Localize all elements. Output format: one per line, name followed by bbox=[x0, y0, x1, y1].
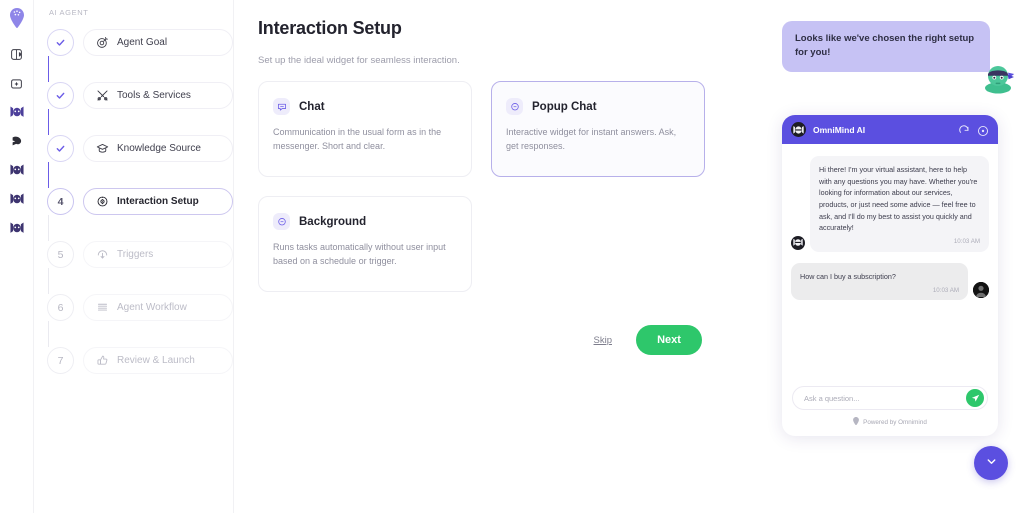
skip-link[interactable]: Skip bbox=[594, 335, 612, 346]
bot-avatar bbox=[791, 235, 805, 250]
pin-icon bbox=[853, 417, 860, 427]
step-pill-3[interactable]: Knowledge Source bbox=[83, 135, 233, 162]
chat-bubble-round-icon bbox=[506, 98, 523, 115]
strength-icon[interactable] bbox=[5, 129, 29, 153]
next-button[interactable]: Next bbox=[636, 325, 702, 355]
card-description: Runs tasks automatically without user in… bbox=[273, 242, 446, 266]
widget-header: OmniMind AI bbox=[782, 115, 998, 144]
step-tools-services[interactable]: Tools & Services bbox=[47, 82, 233, 109]
option-card-chat[interactable]: Chat Communication in the usual form as … bbox=[258, 81, 472, 177]
refresh-icon[interactable] bbox=[958, 124, 970, 136]
agent-icon-3[interactable] bbox=[5, 187, 29, 211]
step-label-2: Tools & Services bbox=[117, 90, 191, 101]
step-review-launch[interactable]: 7 Review & Launch bbox=[47, 347, 233, 374]
chat-bubble-icon bbox=[273, 98, 290, 115]
widget-input-bar[interactable] bbox=[792, 386, 988, 410]
card-header: Background bbox=[273, 213, 457, 230]
message-bot: Hi there! I'm your virtual assistant, he… bbox=[791, 156, 989, 252]
widget-title: OmniMind AI bbox=[813, 124, 866, 135]
add-folder-icon[interactable] bbox=[5, 71, 29, 95]
step-label-7: Review & Launch bbox=[117, 355, 195, 366]
step-triggers[interactable]: 5 Triggers bbox=[47, 241, 233, 268]
message-timestamp: 10:03 AM bbox=[932, 286, 959, 294]
step-pill-5[interactable]: Triggers bbox=[83, 241, 233, 268]
tools-icon bbox=[96, 89, 109, 102]
mascot-icon bbox=[980, 62, 1016, 94]
step-interaction-setup[interactable]: 4 Interaction Setup bbox=[47, 188, 233, 215]
message-bubble-user: How can I buy a subscription? 10:03 AM bbox=[791, 262, 968, 301]
gear-icon bbox=[96, 195, 109, 208]
card-title: Background bbox=[299, 215, 367, 228]
card-description: Communication in the usual form as in th… bbox=[273, 127, 442, 151]
step-bullet-5: 5 bbox=[47, 241, 74, 268]
card-description: Interactive widget for instant answers. … bbox=[506, 127, 677, 151]
card-header: Popup Chat bbox=[506, 98, 690, 115]
step-bullet-7: 7 bbox=[47, 347, 74, 374]
chat-bubble-round-icon bbox=[273, 213, 290, 230]
chat-widget-preview: OmniMind AI Hi there! I'm your virtual a… bbox=[782, 115, 998, 436]
step-label-1: Agent Goal bbox=[117, 37, 168, 48]
widget-footer: Powered by Omnimind bbox=[782, 386, 998, 436]
target-icon bbox=[96, 36, 109, 49]
agent-icon-4[interactable] bbox=[5, 216, 29, 240]
step-agent-goal[interactable]: Agent Goal bbox=[47, 29, 233, 56]
step-label-3: Knowledge Source bbox=[117, 143, 201, 154]
widget-type-options: Chat Communication in the usual form as … bbox=[258, 81, 708, 292]
step-pill-7[interactable]: Review & Launch bbox=[83, 347, 233, 374]
message-bubble-bot: Hi there! I'm your virtual assistant, he… bbox=[810, 156, 989, 252]
agent-icon-1[interactable] bbox=[5, 100, 29, 124]
stepper-section-label: AI AGENT bbox=[49, 8, 89, 17]
step-pill-1[interactable]: Agent Goal bbox=[83, 29, 233, 56]
preview-panel: Looks like we've chosen the right setup … bbox=[768, 0, 1024, 513]
step-list: Agent Goal Tools & Services Knowledge So… bbox=[34, 29, 233, 374]
app-root: AI AGENT Agent Goal Tools & Services Kno… bbox=[0, 0, 1024, 513]
send-button[interactable] bbox=[966, 389, 984, 407]
step-bullet-6: 6 bbox=[47, 294, 74, 321]
app-logo-icon[interactable] bbox=[5, 6, 29, 30]
icon-rail bbox=[0, 0, 34, 513]
step-label-4: Interaction Setup bbox=[117, 196, 199, 207]
chevron-down-icon bbox=[985, 455, 998, 471]
graduation-cap-icon bbox=[96, 142, 109, 155]
message-text: How can I buy a subscription? bbox=[800, 271, 896, 281]
widget-message-list: Hi there! I'm your virtual assistant, he… bbox=[782, 144, 998, 390]
step-agent-workflow[interactable]: 6 Agent Workflow bbox=[47, 294, 233, 321]
option-card-background[interactable]: Background Runs tasks automatically with… bbox=[258, 196, 472, 292]
step-pill-6[interactable]: Agent Workflow bbox=[83, 294, 233, 321]
chat-toggle-fab[interactable] bbox=[974, 446, 1008, 480]
assistant-tooltip-row: Looks like we've chosen the right setup … bbox=[782, 21, 1015, 94]
step-bullet-3 bbox=[47, 135, 74, 162]
card-title: Popup Chat bbox=[532, 100, 597, 113]
palette-icon[interactable] bbox=[5, 42, 29, 66]
powered-by: Powered by Omnimind bbox=[792, 417, 988, 427]
assistant-tooltip: Looks like we've chosen the right setup … bbox=[782, 21, 990, 72]
step-pill-2[interactable]: Tools & Services bbox=[83, 82, 233, 109]
step-bullet-2 bbox=[47, 82, 74, 109]
user-avatar bbox=[973, 282, 989, 299]
step-pill-4[interactable]: Interaction Setup bbox=[83, 188, 233, 215]
widget-avatar bbox=[791, 122, 806, 137]
step-knowledge-source[interactable]: Knowledge Source bbox=[47, 135, 233, 162]
step-label-6: Agent Workflow bbox=[117, 302, 187, 313]
question-input[interactable] bbox=[804, 393, 966, 403]
message-timestamp: 10:03 AM bbox=[953, 237, 980, 245]
powered-by-text: Powered by Omnimind bbox=[863, 418, 927, 426]
message-user: How can I buy a subscription? 10:03 AM bbox=[791, 262, 989, 301]
step-bullet-1 bbox=[47, 29, 74, 56]
stepper-sidebar: AI AGENT Agent Goal Tools & Services Kno… bbox=[34, 0, 234, 513]
message-text: Hi there! I'm your virtual assistant, he… bbox=[819, 165, 978, 233]
agent-icon-2[interactable] bbox=[5, 158, 29, 182]
trigger-icon bbox=[96, 248, 109, 261]
wizard-actions: Skip Next bbox=[594, 325, 702, 355]
card-title: Chat bbox=[299, 100, 325, 113]
close-icon[interactable] bbox=[977, 124, 989, 136]
step-label-5: Triggers bbox=[117, 249, 154, 260]
card-header: Chat bbox=[273, 98, 457, 115]
option-card-popup-chat[interactable]: Popup Chat Interactive widget for instan… bbox=[491, 81, 705, 177]
layers-icon bbox=[96, 301, 109, 314]
thumbs-up-icon bbox=[96, 354, 109, 367]
step-bullet-4: 4 bbox=[47, 188, 74, 215]
